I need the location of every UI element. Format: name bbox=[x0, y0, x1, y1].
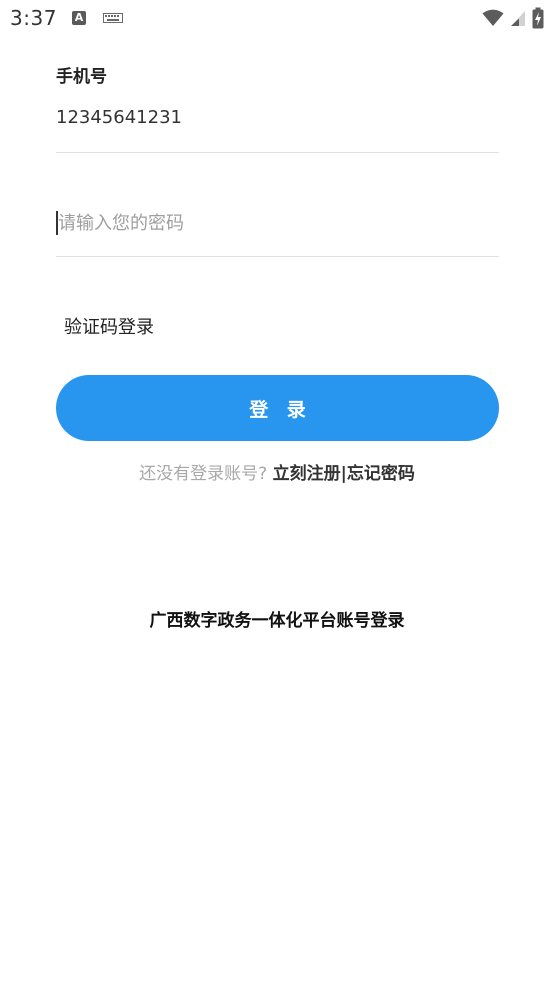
phone-divider bbox=[56, 152, 499, 153]
keyboard-icon bbox=[103, 13, 123, 23]
password-field[interactable] bbox=[56, 205, 501, 241]
status-icons bbox=[482, 6, 544, 30]
register-prompt: 还没有登录账号? bbox=[139, 464, 268, 484]
register-link[interactable]: 立刻注册 bbox=[273, 464, 341, 484]
login-button[interactable]: 登 录 bbox=[56, 375, 499, 441]
a-box-icon: A bbox=[72, 11, 86, 25]
register-row: 还没有登录账号? 立刻注册|忘记密码 bbox=[0, 462, 554, 486]
battery-charging-icon bbox=[532, 7, 544, 29]
phone-label: 手机号 bbox=[56, 67, 107, 87]
password-input[interactable] bbox=[56, 205, 501, 241]
platform-account-login-link[interactable]: 广西数字政务一体化平台账号登录 bbox=[0, 606, 554, 631]
sms-code-login-link[interactable]: 验证码登录 bbox=[64, 313, 154, 339]
password-divider bbox=[56, 256, 499, 257]
phone-input[interactable]: 12345641231 bbox=[56, 107, 182, 128]
forgot-password-link[interactable]: 忘记密码 bbox=[347, 464, 415, 484]
status-bar: 3:37 A bbox=[0, 0, 554, 38]
signal-icon bbox=[511, 11, 525, 26]
wifi-icon bbox=[482, 9, 504, 26]
status-time: 3:37 bbox=[10, 6, 57, 30]
text-cursor bbox=[56, 211, 58, 235]
